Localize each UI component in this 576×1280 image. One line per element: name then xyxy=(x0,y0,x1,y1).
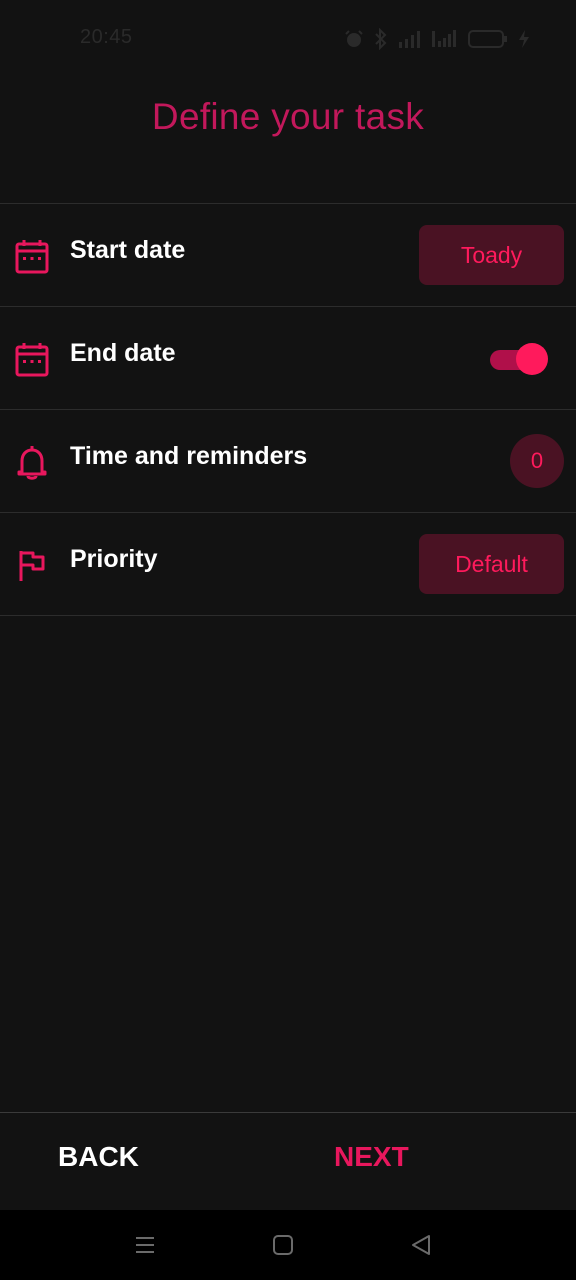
calendar-icon xyxy=(15,343,49,377)
settings-list: Start date Toady End date Time and remin… xyxy=(0,203,576,616)
start-date-button[interactable]: Toady xyxy=(419,225,564,285)
status-bar: 20:45 xyxy=(0,0,576,78)
priority-row[interactable]: Priority Default xyxy=(0,513,576,616)
end-date-label: End date xyxy=(70,339,176,367)
home-icon[interactable] xyxy=(271,1233,295,1257)
bell-icon xyxy=(17,446,47,480)
back-button[interactable]: BACK xyxy=(58,1141,139,1173)
status-icons xyxy=(344,26,530,52)
bottom-action-bar: BACK NEXT xyxy=(0,1112,576,1210)
reminders-count-badge[interactable]: 0 xyxy=(510,434,564,488)
back-icon[interactable] xyxy=(409,1233,433,1257)
start-date-row[interactable]: Start date Toady xyxy=(0,204,576,307)
battery-icon xyxy=(468,30,507,48)
menu-icon[interactable] xyxy=(133,1233,157,1257)
system-nav-bar xyxy=(0,1210,576,1280)
bluetooth-icon xyxy=(375,28,387,50)
end-date-row[interactable]: End date xyxy=(0,307,576,410)
priority-button[interactable]: Default xyxy=(419,534,564,594)
time-reminders-label: Time and reminders xyxy=(70,442,308,470)
priority-label: Priority xyxy=(70,545,158,573)
flag-icon xyxy=(19,551,45,581)
toggle-thumb xyxy=(516,343,548,375)
end-date-toggle[interactable] xyxy=(490,343,548,375)
status-time: 20:45 xyxy=(80,26,133,48)
calendar-icon xyxy=(15,240,49,274)
page-title: Define your task xyxy=(151,96,425,137)
signal-4g-icon xyxy=(432,30,456,47)
signal-icon xyxy=(399,31,420,48)
time-reminders-row[interactable]: Time and reminders 0 xyxy=(0,410,576,513)
start-date-label: Start date xyxy=(70,236,186,264)
alarm-icon xyxy=(345,30,363,47)
screen: 20:45 Define your task Start date Toady … xyxy=(0,0,576,1280)
charging-icon xyxy=(519,30,529,48)
next-button[interactable]: NEXT xyxy=(334,1141,409,1173)
